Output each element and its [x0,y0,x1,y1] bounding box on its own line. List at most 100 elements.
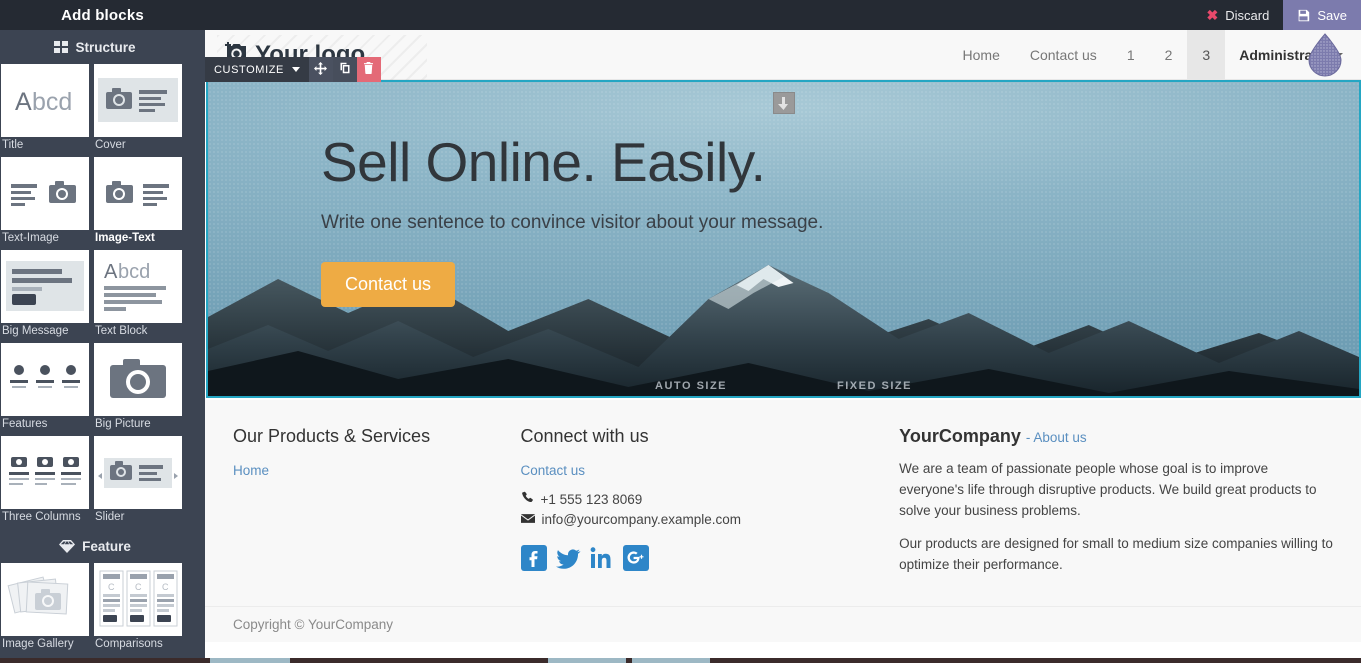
hero-contact-us-button[interactable]: Contact us [321,261,456,307]
nav-item-3[interactable]: 3 [1187,30,1226,80]
block-item-cover[interactable]: Cover [94,64,184,157]
block-item-comparisons[interactable]: C C C Comparisons [94,563,184,656]
footer-paragraph: Our products are designed for small to m… [899,535,1333,572]
footer-link-home[interactable]: Home [233,463,493,478]
svg-text:bcd: bcd [118,261,150,283]
block-label: Text-Image [2,232,59,244]
hero-content: Sell Online. Easily. Write one sentence … [208,82,1359,307]
sidebar-section-structure: Structure [0,30,190,64]
nav-item-home[interactable]: Home [948,30,1015,80]
block-item-image-gallery[interactable]: Image Gallery [1,563,91,656]
footer-link-contact-us[interactable]: Contact us [521,463,872,478]
sidebar-section-feature: Feature [0,529,190,563]
caret-down-icon [1335,52,1343,57]
customize-dropdown-button[interactable]: CUSTOMIZE [205,57,309,82]
footer-columns: Our Products & Services Home Connect wit… [205,426,1361,588]
block-label: Cover [95,139,126,151]
website-builder-screen: Add blocks ✖ Discard Save Structure A bc… [0,0,1361,663]
fixed-size-label[interactable]: FIXED SIZE [837,380,912,392]
sidebar-section-title: Feature [82,538,131,554]
googleplus-icon[interactable] [622,545,649,571]
features-thumb [1,343,89,416]
diamond-icon [59,539,76,553]
nav-item-1[interactable]: 1 [1112,30,1150,80]
block-label: Features [2,418,48,430]
website-preview-canvas[interactable]: Your logo Home Contact us 1 2 3 Administ… [205,30,1361,663]
footer-column-products: Our Products & Services Home [219,426,507,588]
footer-email: info@yourcompany.example.com [520,512,872,527]
footer-heading: Connect with us [520,426,649,446]
arrow-down-handle-icon[interactable] [772,92,795,114]
svg-text:C: C [162,582,169,592]
block-label: Slider [95,511,125,523]
block-label: Image-Text [95,232,155,244]
facebook-icon[interactable] [520,545,547,571]
image-text-thumb [94,157,182,230]
nav-item-label: Contact us [1029,46,1097,63]
save-button[interactable]: Save [1283,0,1361,30]
block-label: Comparisons [95,638,163,650]
blocks-list: Structure A bcd Title Cover Text-Image I… [0,30,190,656]
block-item-text-image[interactable]: Text-Image [1,157,91,250]
phone-icon [521,491,534,507]
linkedin-icon[interactable] [589,545,615,571]
blocks-sidebar[interactable]: Structure A bcd Title Cover Text-Image I… [0,30,205,663]
envelope-icon [520,512,535,527]
structure-block-grid: A bcd Title Cover Text-Image Image-Text … [0,64,190,529]
block-label: Title [2,139,24,151]
block-item-title[interactable]: A bcd Title [1,64,91,157]
duplicate-block-button[interactable] [332,57,357,82]
hero-subheading: Write one sentence to convince visitor a… [321,211,824,233]
twitter-icon[interactable] [555,545,581,571]
move-block-button[interactable] [308,57,333,82]
floppy-disk-icon [1297,9,1310,22]
big-picture-thumb [94,343,182,416]
taskbar-item[interactable] [548,658,626,663]
top-toolbar: Add blocks ✖ Discard Save [0,0,1361,30]
discard-label: Discard [1225,7,1270,23]
slider-thumb [94,436,182,509]
footer-company-name: YourCompany [899,426,1021,446]
footer-column-connect: Connect with us Contact us +1 555 123 80… [507,426,886,588]
block-item-features[interactable]: Features [1,343,91,436]
text-image-thumb [1,157,89,230]
block-item-big-message[interactable]: Big Message [1,250,91,343]
auto-size-label[interactable]: AUTO SIZE [655,380,727,392]
image-gallery-thumb [1,563,89,636]
block-item-three-columns[interactable]: Three Columns [1,436,91,529]
block-item-slider[interactable]: Slider [94,436,184,529]
three-columns-thumb [1,436,89,509]
taskbar-item[interactable] [210,658,290,663]
footer-phone-text: +1 555 123 8069 [540,491,643,507]
move-arrows-icon [314,61,328,78]
footer-email-text: info@yourcompany.example.com [541,512,742,527]
cover-thumb [94,64,182,137]
footer-about-us-link[interactable]: - About us [1026,430,1087,445]
block-item-image-text[interactable]: Image-Text [94,157,184,250]
block-item-text-block[interactable]: A bcd Text Block [94,250,184,343]
footer-copyright: Copyright © YourCompany [205,605,1361,642]
block-label: Text Block [95,325,148,337]
text-block-thumb: A bcd [94,250,182,323]
svg-text:A: A [15,88,32,116]
footer-phone: +1 555 123 8069 [521,491,872,507]
sidebar-section-title: Structure [75,39,136,55]
duplicate-icon [339,62,351,77]
add-blocks-title: Add blocks [61,6,144,24]
delete-block-button[interactable] [356,57,381,82]
footer-paragraph: We are a team of passionate people whose… [899,461,1317,518]
add-blocks-panel-header: Add blocks [0,0,205,30]
discard-button[interactable]: ✖ Discard [1192,0,1284,30]
nav-item-2[interactable]: 2 [1150,30,1188,80]
user-menu[interactable]: Administrator [1225,30,1361,80]
nav-item-contact-us[interactable]: Contact us [1015,30,1112,80]
block-item-big-picture[interactable]: Big Picture [94,343,184,436]
hero-section[interactable]: Sell Online. Easily. Write one sentence … [206,80,1361,398]
taskbar-item[interactable] [632,658,710,663]
block-label: Three Columns [2,511,81,523]
feature-block-grid: Image Gallery C C C Comparisons [0,563,190,656]
nav-item-label: 2 [1164,46,1173,63]
save-label: Save [1317,7,1347,23]
site-nav-items: Home Contact us 1 2 3 Administrator [948,30,1361,80]
customize-toolbar: CUSTOMIZE [205,57,381,82]
